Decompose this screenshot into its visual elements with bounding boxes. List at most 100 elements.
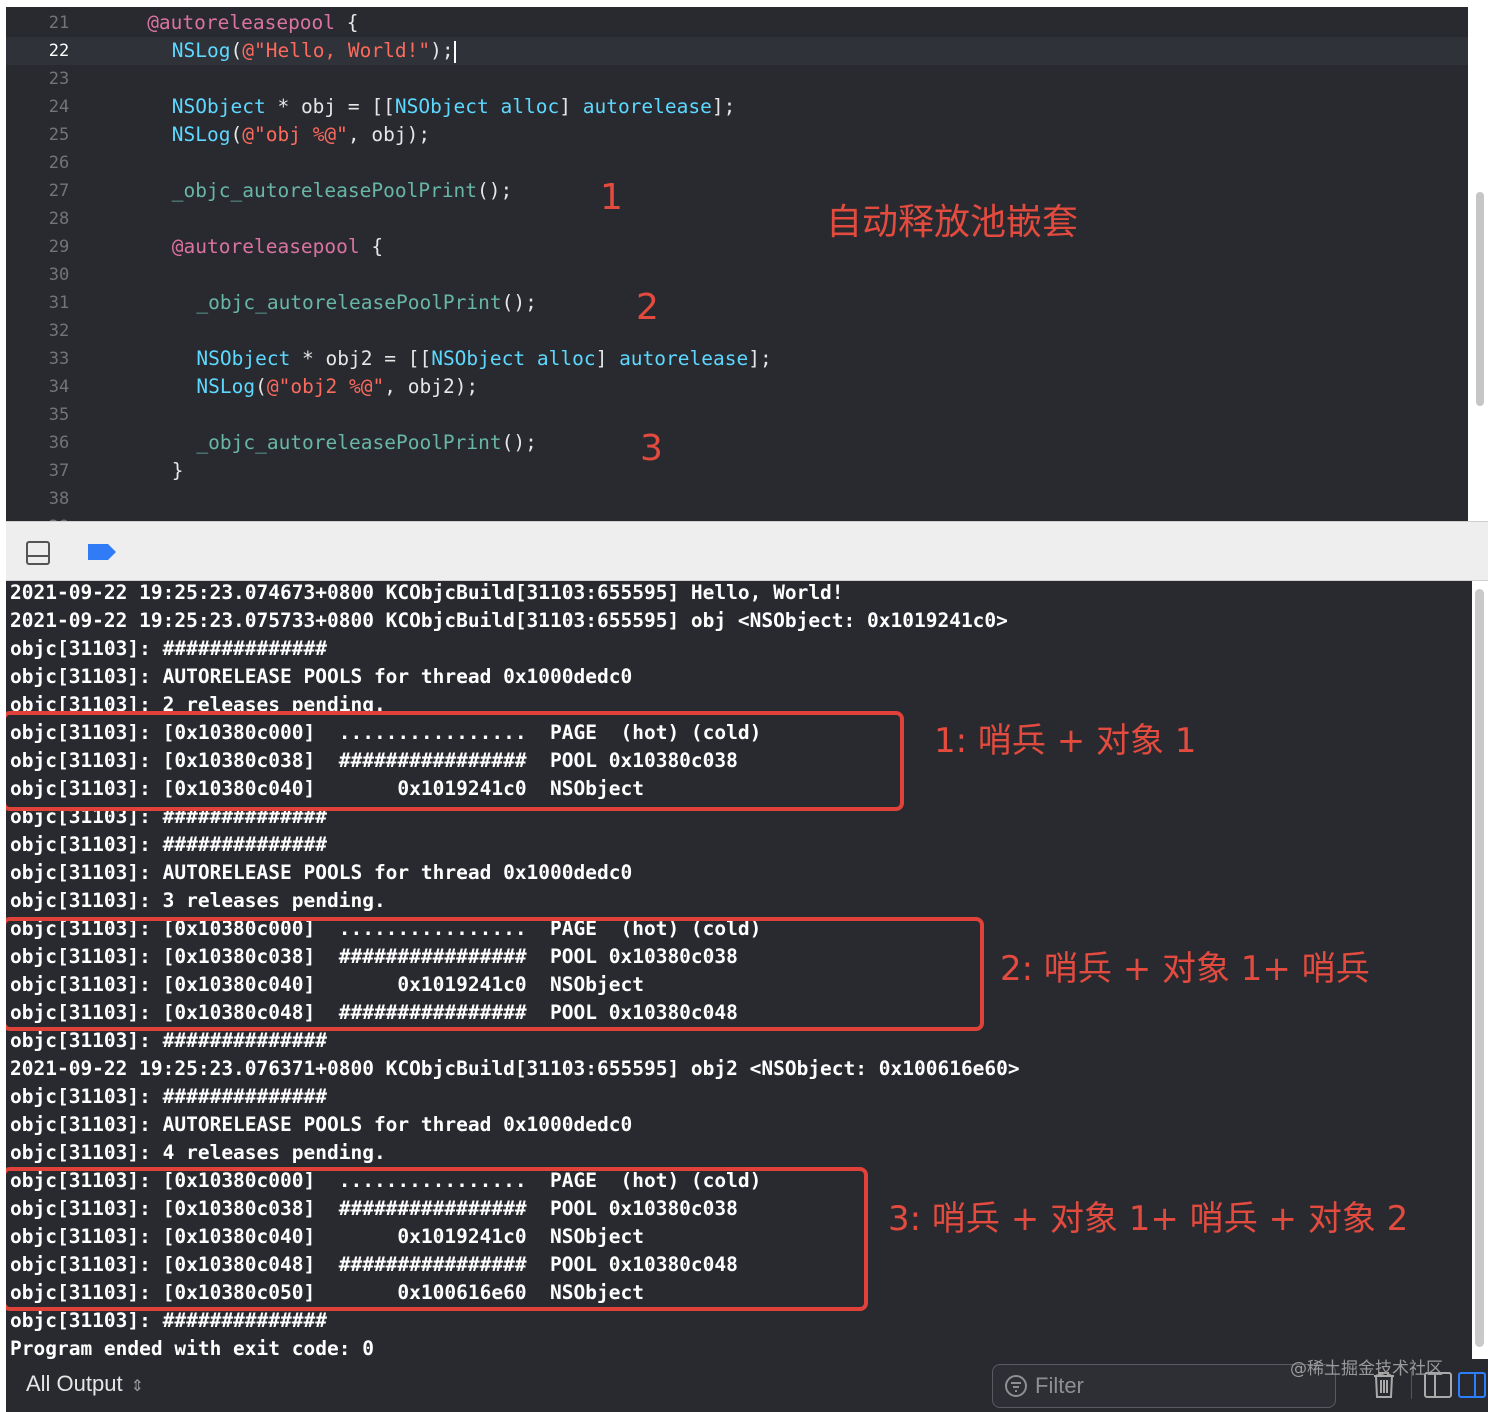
code-line[interactable]: 28 [6,205,1468,233]
code-token: _objc_autoreleasePoolPrint [196,291,502,314]
output-selector-label: All Output [26,1371,123,1396]
line-number: 28 [48,209,70,229]
line-number: 37 [48,461,70,481]
code-token: @"Hello, World!" [242,39,431,62]
console-line: objc[31103]: 4 releases pending. [10,1141,386,1164]
code-line[interactable]: 23 [6,65,1468,93]
console-output[interactable]: 2021-09-22 19:25:23.074673+0800 KCObjcBu… [6,581,1472,1359]
code-line[interactable]: 34 NSLog(@"obj2 %@", obj2); [6,373,1468,401]
line-number: 35 [48,405,70,425]
line-number: 22 [48,41,70,61]
code-token: (); [501,291,537,314]
code-line[interactable]: 38 [6,485,1468,513]
annotation-marker-2: 2 [636,287,659,328]
line-number: 36 [48,433,70,453]
code-token: * obj2 = [[ [290,347,432,370]
code-token: { [335,11,359,34]
filter-input[interactable] [1035,1371,1325,1401]
code-token: , obj); [347,123,431,146]
code-token: NSLog [196,375,256,398]
code-text: } [172,457,184,485]
code-text: _objc_autoreleasePoolPrint(); [196,289,536,317]
annotation-box-1: 1: 哨兵 + 对象 1 [934,721,1197,761]
console-line: objc[31103]: ############## [10,1085,327,1108]
code-token: ]; [711,95,736,118]
code-line[interactable]: 33 NSObject * obj2 = [[NSObject alloc] au… [6,345,1468,373]
editor-scrollbar[interactable] [1468,7,1488,521]
code-token: NSObject [196,347,291,370]
editor-scroll-thumb[interactable] [1476,192,1484,406]
code-line[interactable]: 26 [6,149,1468,177]
line-number: 32 [48,321,70,341]
line-number: 34 [48,377,70,397]
filter-field[interactable] [992,1364,1336,1408]
code-line[interactable]: 22 NSLog(@"Hello, World!"); [6,37,1468,65]
output-selector[interactable]: All Output ⇕ [26,1371,144,1397]
line-number: 24 [48,97,70,117]
code-token: { [359,235,384,258]
annotation-marker-1: 1 [600,177,623,218]
code-token: NSObject [171,95,266,118]
line-number: 21 [48,13,70,33]
code-token: @autoreleasepool [171,235,360,258]
code-token: ] [559,95,583,118]
annotation-box-3: 3: 哨兵 + 对象 1+ 哨兵 + 对象 2 [888,1199,1409,1239]
code-line[interactable]: 27 _objc_autoreleasePoolPrint(); [6,177,1468,205]
console-scrollbar[interactable] [1472,581,1488,1359]
line-number: 23 [48,69,70,89]
console-line: 2021-09-22 19:25:23.074673+0800 KCObjcBu… [10,581,844,604]
code-line[interactable]: 39 [6,513,1468,521]
line-number: 31 [48,293,70,313]
code-token: , obj2); [384,375,479,398]
code-line[interactable]: 29 @autoreleasepool { [6,233,1468,261]
console-line: objc[31103]: ############## [10,1309,327,1332]
code-line[interactable]: 24 NSObject * obj = [[NSObject alloc] aut… [6,93,1468,121]
annotation-box-2: 2: 哨兵 + 对象 1+ 哨兵 [1000,949,1370,989]
line-number: 30 [48,265,70,285]
code-token: autorelease [582,95,712,118]
code-line[interactable]: 30 [6,261,1468,289]
debug-area-toggle-icon[interactable] [26,541,50,565]
code-text: NSLog(@"obj %@", obj); [172,121,430,149]
split-right-icon[interactable] [1458,1372,1486,1398]
code-token: ( [255,375,267,398]
console-scroll-thumb[interactable] [1475,589,1484,1347]
breakpoint-icon[interactable] [86,542,118,562]
code-text: @autoreleasepool { [172,233,383,261]
console-bottom-bar: All Output ⇕ [6,1359,1488,1412]
highlight-box-1 [6,711,904,811]
line-number: 39 [34,513,84,521]
code-token: } [171,459,184,482]
highlight-box-3 [6,1167,868,1311]
code-token: @"obj2 %@" [266,375,385,398]
code-line[interactable]: 21 @autoreleasepool { [6,9,1468,37]
console-line: objc[31103]: ############## [10,1029,327,1052]
debug-bar [6,521,1488,581]
updown-chevron-icon: ⇕ [130,1378,145,1395]
code-token: ( [230,39,243,62]
code-text: NSLog(@"obj2 %@", obj2); [196,373,478,401]
code-token: (); [477,179,513,202]
text-cursor [453,40,456,63]
code-token: @"obj %@" [242,123,348,146]
highlight-box-2 [6,917,984,1031]
line-number: 25 [48,125,70,145]
watermark: @稀土掘金技术社区 [1290,1359,1443,1379]
code-token: ); [430,39,454,62]
code-text: _objc_autoreleasePoolPrint(); [196,429,536,457]
code-line[interactable]: 31 _objc_autoreleasePoolPrint(); [6,289,1468,317]
code-token: ]; [748,347,772,370]
code-token: ( [230,123,243,146]
console-line: objc[31103]: 3 releases pending. [10,889,386,912]
code-line[interactable]: 25 NSLog(@"obj %@", obj); [6,121,1468,149]
code-line[interactable]: 32 [6,317,1468,345]
code-line[interactable]: 35 [6,401,1468,429]
code-editor[interactable]: 21 @autoreleasepool {22 NSLog(@"Hello, Wor… [6,7,1468,521]
code-token: ] [595,347,620,370]
code-line[interactable]: 37} [6,457,1468,485]
line-number: 27 [48,181,70,201]
code-line[interactable]: 36 _objc_autoreleasePoolPrint(); [6,429,1468,457]
code-text: @autoreleasepool { [147,9,358,37]
